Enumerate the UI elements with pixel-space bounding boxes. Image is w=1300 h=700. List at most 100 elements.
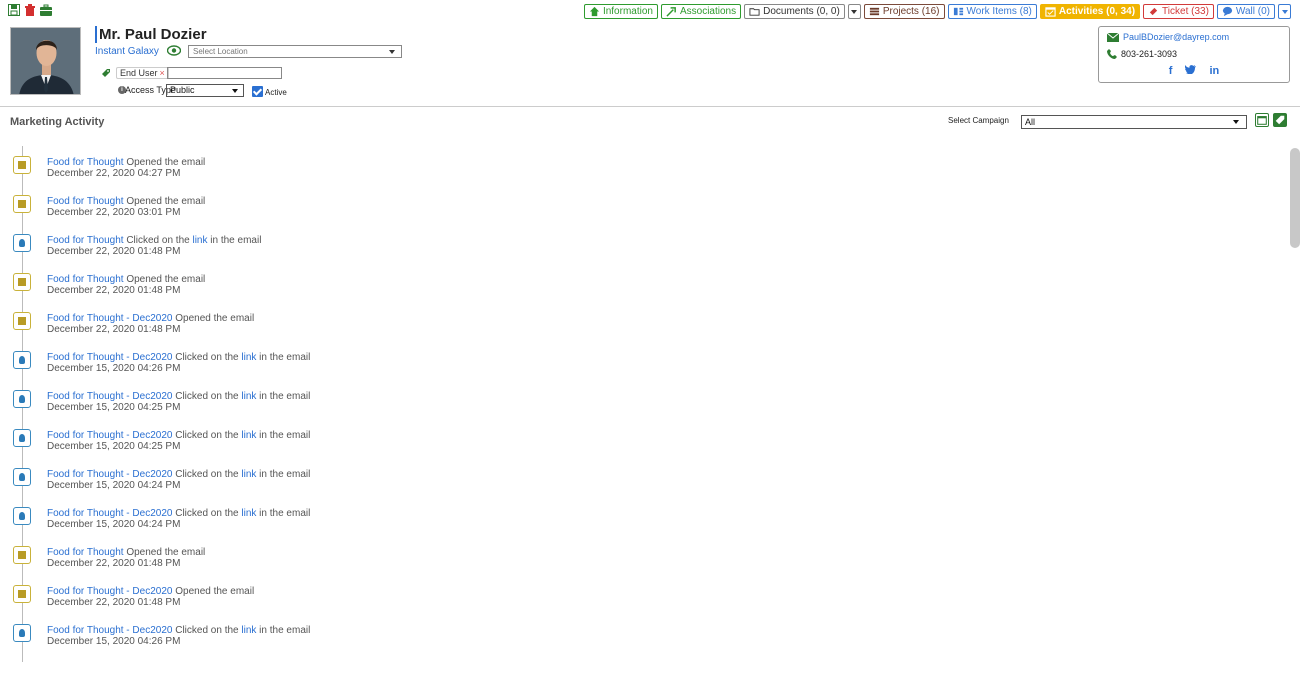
envelope-icon	[1107, 32, 1119, 42]
activity-action: Opened the email	[172, 586, 255, 597]
activity-item: Food for Thought - Dec2020 Clicked on th…	[10, 380, 1250, 419]
company-link[interactable]: Instant Galaxy	[95, 46, 159, 57]
campaign-link[interactable]: Food for Thought	[47, 547, 124, 558]
avatar	[10, 27, 81, 95]
activity-action: Clicked on the	[172, 625, 242, 636]
activity-description: Food for Thought Clicked on the link in …	[47, 235, 261, 246]
section-title: Marketing Activity	[10, 116, 105, 128]
campaign-link[interactable]: Food for Thought	[47, 274, 124, 285]
tab-label: Work Items (8)	[966, 6, 1032, 17]
activity-suffix: in the email	[256, 625, 311, 636]
wall-dropdown-button[interactable]	[1278, 4, 1291, 19]
activity-description: Food for Thought - Dec2020 Opened the em…	[47, 313, 254, 324]
email-opened-icon	[13, 312, 31, 330]
activity-item: Food for Thought - Dec2020 Clicked on th…	[10, 497, 1250, 536]
twitter-icon[interactable]	[1185, 65, 1197, 77]
tab-label: Ticket (33)	[1162, 6, 1209, 17]
activity-description: Food for Thought - Dec2020 Clicked on th…	[47, 430, 310, 441]
delete-icon[interactable]	[24, 4, 36, 16]
activity-timestamp: December 22, 2020 01:48 PM	[47, 558, 181, 569]
linkedin-icon[interactable]: in	[1210, 65, 1220, 77]
campaign-link[interactable]: Food for Thought - Dec2020	[47, 586, 172, 597]
tab-label: Information	[602, 6, 653, 17]
activity-item: Food for Thought Opened the email Decembe…	[10, 185, 1250, 224]
location-placeholder: Select Location	[193, 47, 248, 56]
user-type-input[interactable]	[167, 67, 282, 79]
campaign-link[interactable]: Food for Thought	[47, 196, 124, 207]
activity-timestamp: December 15, 2020 04:24 PM	[47, 519, 181, 530]
phone-number[interactable]: 803-261-3093	[1121, 49, 1177, 59]
briefcase-icon[interactable]	[40, 4, 52, 16]
chevron-down-icon	[389, 50, 395, 54]
remove-tag-icon[interactable]: ×	[160, 68, 165, 78]
activity-action: Clicked on the	[123, 235, 193, 246]
tab-information[interactable]: Information	[583, 4, 658, 19]
tag-icon	[102, 69, 110, 77]
tab-ticket[interactable]: Ticket (33)	[1143, 4, 1214, 19]
email-link[interactable]: link	[241, 508, 256, 519]
activity-suffix: in the email	[207, 235, 262, 246]
tab-projects[interactable]: Projects (16)	[863, 4, 945, 19]
associations-icon	[666, 7, 676, 17]
activity-item: Food for Thought Opened the email Decembe…	[10, 263, 1250, 302]
activity-item: Food for Thought - Dec2020 Clicked on th…	[10, 419, 1250, 458]
email-link[interactable]: PaulBDozier@dayrep.com	[1123, 32, 1229, 42]
activity-action: Opened the email	[172, 313, 255, 324]
campaign-link[interactable]: Food for Thought - Dec2020	[47, 352, 172, 363]
home-icon	[589, 6, 600, 17]
activity-timestamp: December 22, 2020 01:48 PM	[47, 597, 181, 608]
campaign-link[interactable]: Food for Thought	[47, 157, 124, 168]
activity-suffix: in the email	[256, 430, 311, 441]
activity-timestamp: December 15, 2020 04:25 PM	[47, 402, 181, 413]
calendar-button[interactable]	[1255, 113, 1269, 127]
campaign-link[interactable]: Food for Thought - Dec2020	[47, 430, 172, 441]
access-type-select[interactable]: Public	[166, 84, 244, 97]
campaign-link[interactable]: Food for Thought	[47, 235, 124, 246]
tab-wall[interactable]: Wall (0)	[1216, 4, 1275, 19]
campaign-link[interactable]: Food for Thought - Dec2020	[47, 508, 172, 519]
campaign-link[interactable]: Food for Thought - Dec2020	[47, 391, 172, 402]
activity-timestamp: December 22, 2020 01:48 PM	[47, 285, 181, 296]
active-checkbox[interactable]	[252, 86, 263, 97]
scrollbar[interactable]	[1290, 148, 1300, 248]
campaign-link[interactable]: Food for Thought - Dec2020	[47, 313, 172, 324]
link-clicked-icon	[13, 234, 31, 252]
tab-documents[interactable]: Documents (0, 0)	[744, 4, 845, 19]
work-items-icon	[953, 7, 963, 16]
tab-work-items[interactable]: Work Items (8)	[947, 4, 1037, 19]
eye-icon[interactable]	[167, 45, 181, 56]
campaign-select[interactable]: All	[1021, 115, 1247, 129]
email-link[interactable]: link	[241, 625, 256, 636]
email-link[interactable]: link	[241, 469, 256, 480]
tab-activities[interactable]: Activities (0, 34)	[1039, 4, 1141, 19]
folder-icon	[749, 8, 760, 16]
activity-action: Clicked on the	[172, 391, 242, 402]
activity-description: Food for Thought Opened the email	[47, 196, 205, 207]
top-toolbar	[8, 4, 52, 16]
save-icon[interactable]	[8, 4, 20, 16]
campaign-link[interactable]: Food for Thought - Dec2020	[47, 625, 172, 636]
activity-timestamp: December 15, 2020 04:26 PM	[47, 363, 181, 374]
activity-suffix: in the email	[256, 352, 311, 363]
activity-description: Food for Thought Opened the email	[47, 157, 205, 168]
campaign-link[interactable]: Food for Thought - Dec2020	[47, 469, 172, 480]
documents-dropdown-button[interactable]	[847, 4, 861, 19]
activity-action: Clicked on the	[172, 508, 242, 519]
activity-suffix: in the email	[256, 469, 311, 480]
email-link[interactable]: link	[241, 391, 256, 402]
projects-icon	[869, 7, 879, 16]
location-select[interactable]: Select Location	[188, 45, 402, 58]
email-opened-icon	[13, 156, 31, 174]
activity-suffix: in the email	[256, 391, 311, 402]
user-type-tag-label: End User	[120, 68, 158, 78]
tab-associations[interactable]: Associations	[660, 4, 742, 19]
email-link[interactable]: link	[192, 235, 207, 246]
email-link[interactable]: link	[241, 352, 256, 363]
email-link[interactable]: link	[241, 430, 256, 441]
chevron-down-icon	[1281, 9, 1288, 14]
facebook-icon[interactable]: f	[1169, 65, 1173, 77]
chat-icon	[1222, 6, 1233, 17]
contact-name: Mr. Paul Dozier	[95, 26, 207, 43]
activity-timestamp: December 15, 2020 04:25 PM	[47, 441, 181, 452]
tag-button[interactable]	[1273, 113, 1287, 127]
